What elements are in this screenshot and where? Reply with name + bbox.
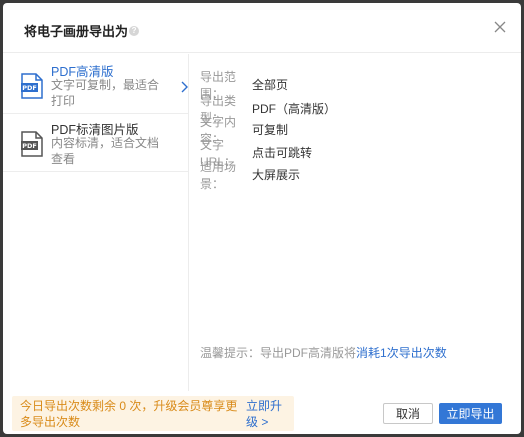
quota-notice: 今日导出次数剩余 0 次，升级会员尊享更多导出次数 立即升级 >: [12, 396, 294, 431]
cancel-button[interactable]: 取消: [383, 403, 433, 424]
option-description: 文字可复制，最适合打印: [51, 78, 160, 108]
detail-row-range: 导出范围： 全部页: [190, 64, 490, 101]
dialog-footer: 今日导出次数剩余 0 次，升级会员尊享更多导出次数 立即升级 > 取消 立即导出: [3, 391, 521, 434]
detail-row-url: 文字URL： 点击可跳转: [190, 132, 490, 169]
tip-highlight-link[interactable]: 消耗1次导出次数: [356, 346, 447, 360]
close-icon[interactable]: [493, 20, 507, 34]
chevron-right-icon: [181, 81, 188, 93]
detail-row-type: 导出类型： PDF（高清版）: [190, 88, 490, 125]
dialog-header: 将电子画册导出为 ?: [3, 3, 521, 53]
export-format-list: PDF PDF高清版 文字可复制，最适合打印 PDF PDF标清图片版 内容标清…: [3, 54, 189, 391]
quota-notice-text: 今日导出次数剩余 0 次，升级会员尊享更多导出次数: [20, 399, 238, 429]
option-pdf-sd-image[interactable]: PDF PDF标清图片版 内容标清，适合文档查看: [3, 115, 188, 172]
question-circle-icon[interactable]: ?: [129, 25, 140, 36]
detail-row-text: 文字内容： 可复制: [190, 109, 490, 146]
pdf-icon-text: PDF: [22, 142, 37, 150]
pdf-icon-text: PDF: [22, 84, 37, 92]
detail-row-scene: 适用场景： 大屏展示: [190, 154, 490, 191]
option-pdf-hd[interactable]: PDF PDF高清版 文字可复制，最适合打印: [3, 57, 188, 114]
export-button[interactable]: 立即导出: [439, 403, 502, 424]
detail-value: 大屏展示: [252, 168, 301, 182]
detail-label: 适用场景：: [200, 160, 237, 191]
dialog-title: 将电子画册导出为 ?: [24, 21, 140, 40]
upgrade-link[interactable]: 立即升级 >: [246, 398, 290, 430]
tip-text: 温馨提示：导出PDF高清版将: [200, 346, 357, 360]
export-dialog: 将电子画册导出为 ? PDF PDF高清版 文字可复制，最适合打印 PDF PD…: [3, 3, 521, 434]
pdf-file-icon: PDF: [21, 131, 43, 157]
export-details: 导出范围： 全部页 导出类型： PDF（高清版） 文字内容： 可复制 文字URL…: [190, 54, 521, 391]
option-description: 内容标清，适合文档查看: [51, 136, 160, 166]
dialog-title-text: 将电子画册导出为: [24, 24, 129, 39]
pdf-file-icon: PDF: [21, 73, 43, 99]
export-tip: 温馨提示：导出PDF高清版将消耗1次导出次数: [200, 344, 447, 361]
